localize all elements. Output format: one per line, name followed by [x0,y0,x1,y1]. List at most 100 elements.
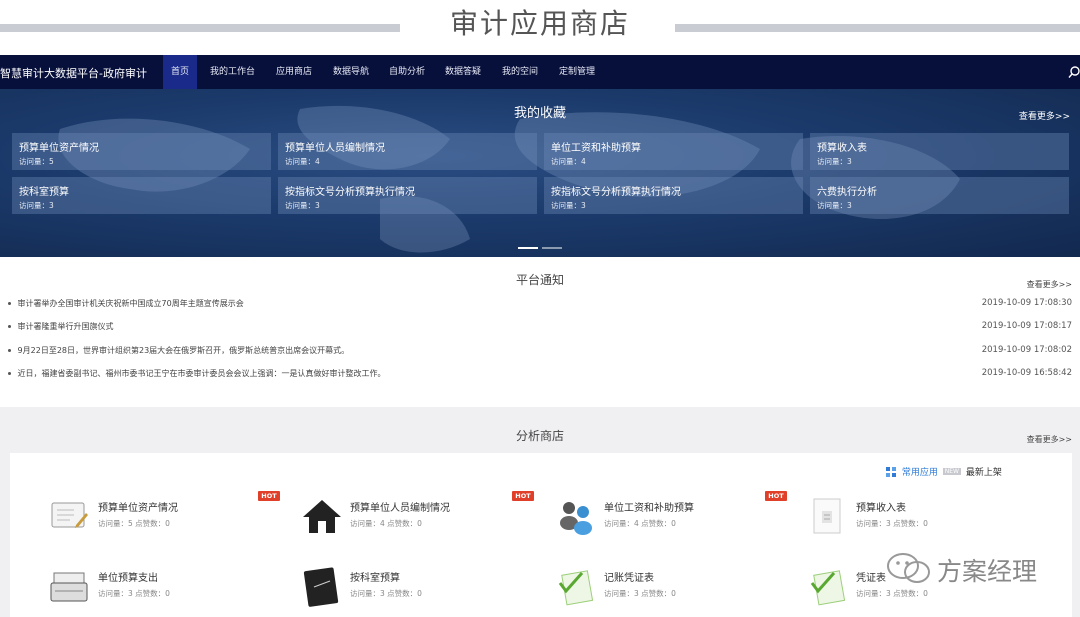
app-grid-icon [886,466,896,477]
page-header: 审计应用商店 [0,0,1080,55]
app-stats: 访问量：5 点赞数：0 [98,519,170,528]
form-pen-icon [51,502,88,528]
bullet-icon [8,302,11,305]
checklist-icon [558,570,594,606]
wechat-watermark: 方案经理 [885,550,1037,590]
page-title: 审计应用商店 [449,7,630,40]
header-divider-right [675,24,1080,32]
shop-title: 分析商店 [515,429,564,443]
app-name: 记账凭证表 [604,573,654,584]
app-item[interactable]: 预算收入表 访问量：3 点赞数：0 [808,497,1048,547]
notice-text: 审计署隆重举行升国旗仪式 [17,322,114,331]
favorite-card[interactable]: 按指标文号分析预算执行情况 访问量：3 [278,177,537,214]
favorite-card[interactable]: 按科室预算 访问量：3 [12,177,271,214]
app-item[interactable]: 预算单位资产情况 访问量：5 点赞数：0 [50,497,290,547]
wechat-logo-icon [887,553,930,583]
header-divider-left [0,24,400,32]
app-name: 单位预算支出 [98,573,158,584]
nav-item-data-navigation[interactable]: 数据导航 [325,55,377,89]
favorite-card[interactable]: 预算单位人员编制情况 访问量：4 [278,133,537,170]
app-name: 按科室预算 [350,573,400,584]
watermark-text: 方案经理 [937,557,1038,586]
app-item[interactable]: 记账凭证表 访问量：3 点赞数：0 [556,567,796,617]
notices-more-link[interactable]: 查看更多>> [1027,279,1072,290]
checklist-icon [810,570,846,606]
new-badge: NEW [942,468,961,475]
search-icon[interactable] [1068,65,1080,79]
notice-text: 9月22日至28日，世界审计组织第23届大会在俄罗斯召开，俄罗斯总统普京出席会议… [17,346,350,355]
cash-register-icon [50,572,88,602]
notice-time: 2019-10-09 16:58:42 [981,368,1072,378]
app-item[interactable]: 单位预算支出 访问量：3 点赞数：0 [50,567,290,617]
bullet-icon [8,349,11,352]
favorite-visits: 访问量：3 [817,157,852,166]
nav-item-app-store[interactable]: 应用商店 [268,55,320,89]
notice-row[interactable]: 9月22日至28日，世界审计组织第23届大会在俄罗斯召开，俄罗斯总统普京出席会议… [8,345,1072,359]
platform-notices-section: 平台通知 查看更多>> 审计署举办全国审计机关庆祝新中国成立70周年主题宣传展示… [0,257,1080,407]
notice-row[interactable]: 近日，福建省委副书记、福州市委书记王宁在市委审计委员会会议上强调：一是认真做好审… [8,368,1072,382]
favorites-section: 我的收藏 查看更多>> 预算单位资产情况 访问量：5 预算单位人员编制情况 访问… [0,89,1080,257]
favorite-visits: 访问量：3 [285,201,320,210]
favorite-visits: 访问量：4 [551,157,586,166]
favorite-visits: 访问量：4 [285,157,320,166]
bullet-icon [8,325,11,328]
notebook-icon [303,567,339,607]
platform-brand[interactable]: 智慧审计大数据平台-政府审计 [0,65,147,81]
favorite-visits: 访问量：5 [19,157,54,166]
bullet-icon [8,372,11,375]
notice-text: 近日，福建省委副书记、福州市委书记王宁在市委审计委员会会议上强调：一是认真做好审… [17,369,386,378]
favorite-card[interactable]: 六费执行分析 访问量：3 [810,177,1069,214]
nav-item-home[interactable]: 首页 [163,55,198,89]
house-icon [303,500,341,533]
app-name: 预算收入表 [856,503,906,514]
nav-item-my-space[interactable]: 我的空间 [494,55,546,89]
favorite-card[interactable]: 单位工资和补助预算 访问量：4 [544,133,803,170]
app-stats: 访问量：4 点赞数：0 [604,519,676,528]
app-item[interactable]: 按科室预算 访问量：3 点赞数：0 [302,567,542,617]
favorite-name: 预算单位资产情况 [19,143,99,154]
document-icon [813,498,841,534]
app-name: 预算单位人员编制情况 [350,503,450,514]
app-stats: 访问量：3 点赞数：0 [350,589,422,598]
app-name: 预算单位资产情况 [98,503,178,514]
favorite-visits: 访问量：3 [551,201,586,210]
favorite-card[interactable]: 预算单位资产情况 访问量：5 [12,133,271,170]
app-item[interactable]: 单位工资和补助预算 访问量：4 点赞数：0 [556,497,796,547]
nav-item-data-qa[interactable]: 数据答疑 [437,55,489,89]
favorite-name: 预算单位人员编制情况 [285,143,385,154]
notices-title: 平台通知 [515,273,564,287]
nav-item-custom-manage[interactable]: 定制管理 [551,55,603,89]
favorite-name: 预算收入表 [817,143,867,154]
filter-common-apps[interactable]: 常用应用 [902,468,938,478]
people-group-icon [560,502,592,535]
app-name: 单位工资和补助预算 [604,503,694,514]
notice-text: 审计署举办全国审计机关庆祝新中国成立70周年主题宣传展示会 [17,299,244,308]
favorite-card[interactable]: 预算收入表 访问量：3 [810,133,1069,170]
favorite-visits: 访问量：3 [817,201,852,210]
notice-time: 2019-10-09 17:08:30 [981,298,1072,308]
nav-item-self-analysis[interactable]: 自助分析 [381,55,433,89]
nav-item-workbench[interactable]: 我的工作台 [202,55,263,89]
app-stats: 访问量：3 点赞数：0 [604,589,676,598]
notice-row[interactable]: 审计署隆重举行升国旗仪式 2019-10-09 17:08:17 [8,321,1072,335]
app-stats: 访问量：4 点赞数：0 [350,519,422,528]
hot-badge: HOT [512,491,534,501]
favorites-more-link[interactable]: 查看更多>> [1019,109,1070,122]
hot-badge: HOT [258,491,280,501]
favorite-visits: 访问量：3 [19,201,54,210]
favorites-title: 我的收藏 [513,106,566,121]
carousel-indicator[interactable] [542,247,562,249]
notice-row[interactable]: 审计署举办全国审计机关庆祝新中国成立70周年主题宣传展示会 2019-10-09… [8,298,1072,312]
filter-latest[interactable]: 最新上架 [966,468,1002,478]
app-item[interactable]: 预算单位人员编制情况 访问量：4 点赞数：0 [302,497,542,547]
notice-time: 2019-10-09 17:08:17 [981,321,1072,331]
favorite-name: 六费执行分析 [817,187,877,198]
app-stats: 访问量：3 点赞数：0 [856,519,928,528]
favorite-name: 单位工资和补助预算 [551,143,641,154]
hot-badge: HOT [765,491,787,501]
favorite-name: 按科室预算 [19,187,69,198]
favorite-card[interactable]: 按指标文号分析预算执行情况 访问量：3 [544,177,803,214]
carousel-indicator-active[interactable] [518,247,538,249]
favorite-name: 按指标文号分析预算执行情况 [551,187,681,198]
shop-more-link[interactable]: 查看更多>> [1027,434,1072,445]
